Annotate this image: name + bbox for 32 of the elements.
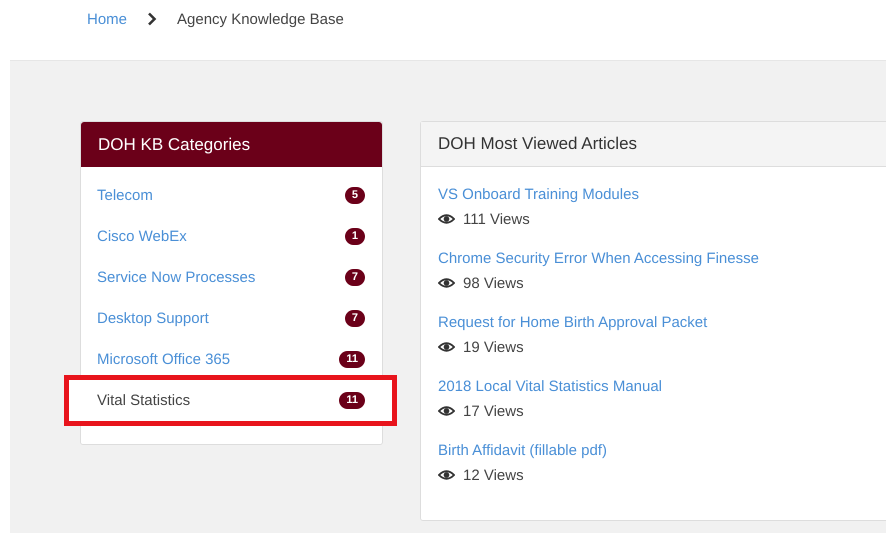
count-badge: 7 [344, 269, 365, 286]
count-badge: 1 [344, 228, 365, 245]
chevron-icon [147, 12, 158, 26]
count-badge: 5 [344, 187, 365, 204]
count-badge: 11 [339, 392, 365, 409]
view-count: 98 Views [463, 274, 524, 292]
count-badge: 11 [339, 351, 365, 368]
article-link[interactable]: Chrome Security Error When Accessing Finesse [438, 247, 759, 271]
breadcrumb-link[interactable]: Home [87, 10, 128, 28]
panel-title: DOH Most Viewed Articles [438, 134, 638, 154]
article-link[interactable]: Request for Home Birth Approval Packet [438, 311, 708, 335]
view-count: 12 Views [463, 466, 524, 484]
panel-title: DOH KB Categories [98, 134, 250, 154]
category-link[interactable]: Desktop Support [97, 310, 209, 327]
category-link[interactable]: Cisco WebEx [97, 228, 187, 245]
view-count: 17 Views [463, 402, 524, 420]
article-link[interactable]: Birth Affidavit (fillable pdf) [438, 439, 607, 463]
category-link[interactable]: Vital Statistics [97, 392, 190, 409]
category-link[interactable]: Microsoft Office 365 [97, 351, 230, 368]
view-count: 19 Views [463, 338, 524, 356]
eye-icon [438, 341, 455, 353]
eye-icon [438, 277, 455, 289]
article-link[interactable]: 2018 Local Vital Statistics Manual [438, 375, 662, 399]
count-badge: 7 [344, 310, 365, 327]
eye-icon [438, 405, 455, 417]
eye-icon [438, 213, 455, 225]
breadcrumb-current: Agency Knowledge Base [177, 10, 344, 28]
category-link[interactable]: Service Now Processes [97, 269, 256, 286]
view-count: 111 Views [463, 210, 530, 228]
eye-icon [438, 469, 455, 481]
category-link[interactable]: Telecom [97, 187, 153, 204]
article-link[interactable]: VS Onboard Training Modules [438, 183, 639, 207]
